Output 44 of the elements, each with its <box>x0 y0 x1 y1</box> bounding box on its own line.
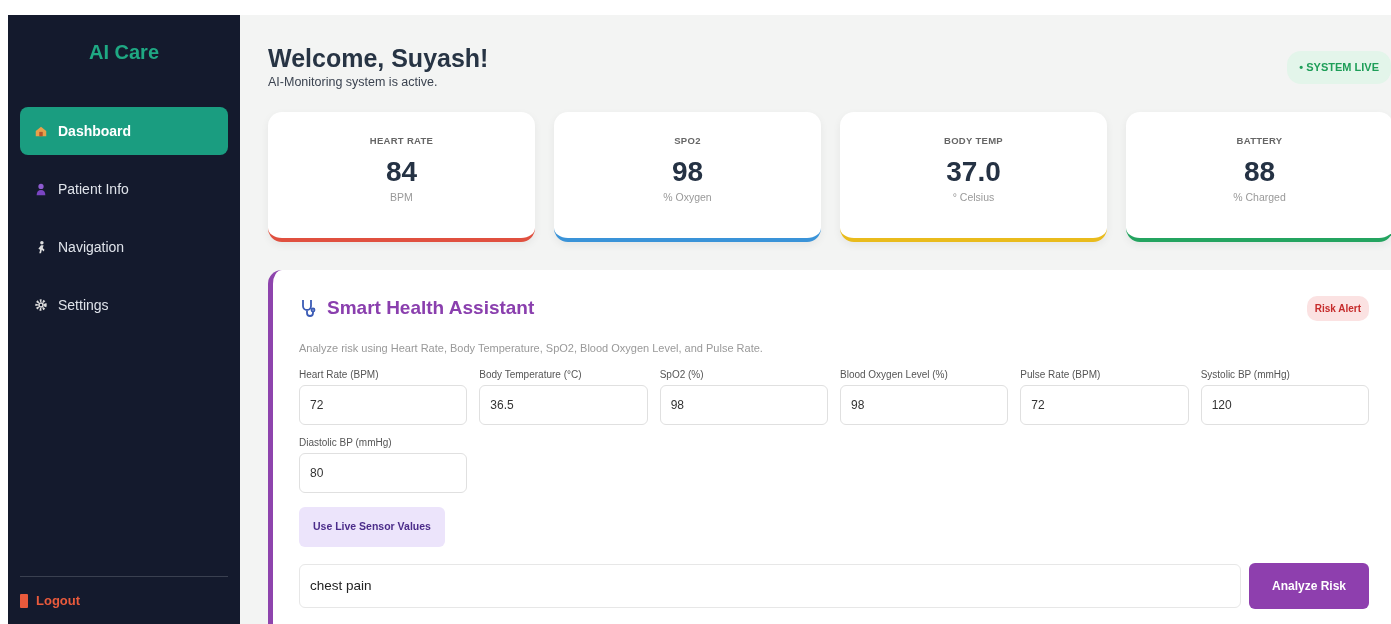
input-field[interactable]: 98 <box>659 384 828 425</box>
input-field[interactable]: 98 <box>840 384 1009 425</box>
status-subtitle: AI-Monitoring system is active. <box>268 74 439 91</box>
input-field[interactable]: 72 <box>1020 384 1189 425</box>
live-sensor-button[interactable]: Use Live Sensor Values <box>299 506 445 547</box>
input-field[interactable]: 72 <box>299 384 468 425</box>
stat-label: BODY TEMP <box>943 133 1004 148</box>
assistant-title: Smart Health Assistant <box>327 295 535 320</box>
person-icon <box>34 182 48 196</box>
door-icon <box>20 594 28 608</box>
brand-title: AI Care <box>88 40 160 65</box>
sidebar-item[interactable]: Navigation <box>20 223 228 271</box>
field-label: Systolic BP (mmHg) <box>1200 367 1291 382</box>
welcome-title: Welcome, Suyash! <box>268 43 489 73</box>
stat-unit: BPM <box>389 190 414 206</box>
field-label: Blood Oxygen Level (%) <box>840 367 949 382</box>
stat-value: 37.0 <box>945 155 1002 189</box>
stat-label: SPO2 <box>673 133 702 148</box>
sidebar-item[interactable]: Patient Info <box>20 165 228 213</box>
field-label: Diastolic BP (mmHg) <box>299 435 393 450</box>
stat-value: 98 <box>670 155 705 189</box>
risk-alert-badge: Risk Alert <box>1306 295 1369 321</box>
stat-unit: % Oxygen <box>662 190 713 206</box>
sidebar-item[interactable]: Settings <box>20 281 228 329</box>
stat-value: 88 <box>1242 155 1277 189</box>
stat-unit: % Charged <box>1232 190 1287 206</box>
stat-label: HEART RATE <box>368 133 435 148</box>
field-label: Heart Rate (BPM) <box>299 367 380 382</box>
stat-label: BATTERY <box>1235 133 1284 148</box>
settings-icon <box>34 298 48 312</box>
input-field[interactable]: 120 <box>1200 384 1369 425</box>
logout-link[interactable]: Logout <box>20 591 81 611</box>
field-label: Pulse Rate (BPM) <box>1020 367 1102 382</box>
symptoms-field[interactable]: chest pain <box>299 563 1241 608</box>
stat-value: 84 <box>384 155 419 189</box>
field-label: Body Temperature (°C) <box>479 367 583 382</box>
input-field[interactable]: 80 <box>299 452 468 493</box>
stat-unit: ° Celsius <box>951 190 996 206</box>
field-label: SpO2 (%) <box>659 367 705 382</box>
system-live-pill: • SYSTEM LIVE <box>1287 51 1391 84</box>
house-icon <box>34 124 48 138</box>
assistant-description: Analyze risk using Heart Rate, Body Temperature, SpO2, Blood Oxygen Level, and Pulse Rate. <box>299 341 764 357</box>
analyze-risk-button[interactable]: Analyze Risk <box>1249 562 1369 609</box>
input-field[interactable]: 36.5 <box>479 384 648 425</box>
